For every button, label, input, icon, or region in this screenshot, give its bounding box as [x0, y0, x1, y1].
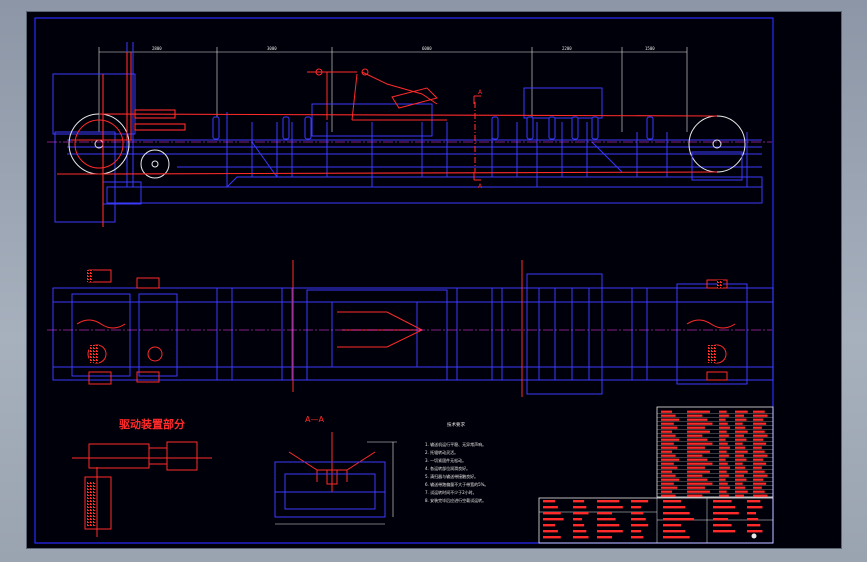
- note-line: 1. 输送机运行平稳、无异常声响。: [425, 441, 486, 447]
- side-elevation: 2800 3000 6000 2200 1500 A A: [47, 42, 772, 227]
- note-line: 3. 一切紧固件无松动。: [425, 457, 466, 463]
- svg-text:1500: 1500: [645, 46, 655, 51]
- plan-view: [47, 260, 774, 397]
- section-a-a: A—A: [274, 415, 397, 525]
- note-line: 8. 安装完毕后应进行空载试运转。: [425, 497, 486, 503]
- note-line: 2. 托辊转动灵活。: [425, 449, 458, 455]
- drive-detail-title: 驱动装置部分: [119, 417, 185, 431]
- section-marker-top: A: [478, 89, 483, 96]
- technical-notes: 技术要求 1. 输送机运行平稳、无异常声响。 2. 托辊转动灵活。 3. 一切紧…: [425, 421, 488, 503]
- svg-text:2800: 2800: [152, 46, 162, 51]
- svg-text:6000: 6000: [422, 46, 432, 51]
- note-line: 7. 试运转时间不少于2小时。: [425, 489, 477, 495]
- note-line: 6. 输送带跑偏量不大于带宽的5%。: [425, 481, 488, 487]
- note-line: 4. 各运转部位润滑良好。: [425, 465, 470, 471]
- svg-text:2200: 2200: [562, 46, 572, 51]
- conveyor-drawing: 2800 3000 6000 2200 1500 A A 驱动装置部分 A—A …: [34, 17, 774, 544]
- cad-viewport[interactable]: 2800 3000 6000 2200 1500 A A 驱动装置部分 A—A …: [27, 12, 841, 548]
- parts-list: [656, 406, 774, 498]
- svg-text:3000: 3000: [267, 46, 277, 51]
- note-line: 5. 清扫器与输送带接触良好。: [425, 473, 478, 479]
- notes-title: 技术要求: [447, 421, 465, 428]
- title-block: [538, 497, 774, 544]
- section-label: A—A: [305, 415, 324, 424]
- drive-detail: 驱动装置部分: [72, 417, 212, 537]
